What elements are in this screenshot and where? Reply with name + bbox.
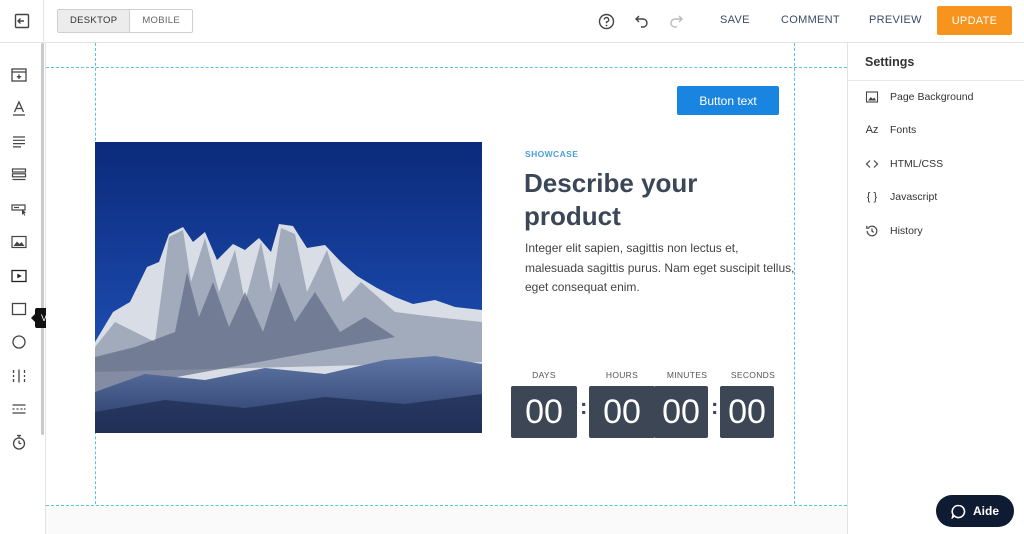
paragraph-icon[interactable] [8, 131, 30, 153]
page-canvas[interactable]: Button text SHOWCASE Describe your produ… [46, 43, 847, 534]
toolbar-scrollbar[interactable] [41, 43, 44, 435]
text-icon[interactable] [8, 97, 30, 119]
image-icon [864, 89, 880, 105]
countdown-separator: : [580, 394, 588, 419]
divider-icon[interactable] [8, 398, 30, 420]
columns-icon[interactable] [8, 365, 30, 387]
video-icon[interactable] [8, 265, 30, 287]
exit-icon [14, 13, 29, 29]
preview-button[interactable]: PREVIEW [869, 14, 922, 26]
minutes-label: MINUTES [666, 370, 708, 380]
exit-editor-button[interactable] [0, 0, 44, 42]
headline-text[interactable]: Describe your product [524, 167, 784, 233]
code-icon [864, 156, 880, 172]
settings-item-fonts[interactable]: Az Fonts [864, 121, 917, 139]
settings-panel: Settings Page Background Az Fonts HTML/C… [847, 43, 1024, 534]
circle-icon[interactable] [8, 331, 30, 353]
mobile-view-button[interactable]: MOBILE [130, 10, 192, 32]
settings-item-label: History [890, 225, 923, 237]
settings-item-label: HTML/CSS [890, 158, 944, 170]
undo-icon[interactable] [632, 11, 652, 31]
minutes-value[interactable]: 00 [654, 386, 708, 438]
settings-title: Settings [865, 55, 915, 69]
settings-item-label: Page Background [890, 91, 974, 103]
countdown-separator: : [645, 394, 653, 419]
countdown-separator: : [711, 394, 719, 419]
days-label: DAYS [532, 370, 556, 380]
body-text[interactable]: Integer elit sapien, sagittis non lectus… [525, 239, 800, 298]
settings-item-html-css[interactable]: HTML/CSS [864, 155, 943, 173]
guide-line [46, 67, 847, 68]
form-icon[interactable] [8, 198, 30, 220]
hours-label: HOURS [605, 370, 639, 380]
settings-item-javascript[interactable]: { } Javascript [864, 188, 937, 206]
device-toggle: DESKTOP MOBILE [57, 9, 194, 33]
chat-bubble-icon [951, 504, 966, 519]
seconds-value[interactable]: 00 [720, 386, 774, 438]
save-button[interactable]: SAVE [720, 14, 750, 26]
seconds-label: SECONDS [730, 370, 776, 380]
comment-button[interactable]: COMMENT [781, 14, 840, 26]
font-icon: Az [865, 124, 879, 136]
settings-item-label: Fonts [890, 124, 917, 136]
next-section[interactable] [46, 506, 847, 534]
settings-item-history[interactable]: History [864, 222, 923, 240]
settings-item-page-background[interactable]: Page Background [864, 88, 973, 106]
section-add-icon[interactable] [8, 64, 30, 86]
settings-item-label: Javascript [890, 191, 938, 203]
help-label: Aide [972, 504, 999, 518]
hero-image[interactable] [95, 142, 482, 433]
braces-icon: { } [866, 191, 878, 203]
divider [848, 80, 1024, 81]
list-icon[interactable] [8, 164, 30, 186]
element-toolbar: Video [0, 43, 70, 534]
history-icon [864, 223, 880, 239]
update-button[interactable]: UPDATE [937, 6, 1012, 35]
help-chat-button[interactable]: Aide [936, 495, 1014, 527]
desktop-view-button[interactable]: DESKTOP [58, 10, 131, 32]
days-value[interactable]: 00 [511, 386, 577, 438]
box-icon[interactable] [8, 298, 30, 320]
redo-icon[interactable] [666, 11, 686, 31]
top-bar: DESKTOP MOBILE SAVE COMMENT PREVIEW UPDA… [0, 0, 1024, 43]
eyebrow-text[interactable]: SHOWCASE [525, 149, 578, 159]
timer-icon[interactable] [8, 431, 30, 453]
cta-button[interactable]: Button text [677, 86, 779, 115]
image-icon[interactable] [8, 231, 30, 253]
help-question-icon[interactable] [596, 11, 616, 31]
